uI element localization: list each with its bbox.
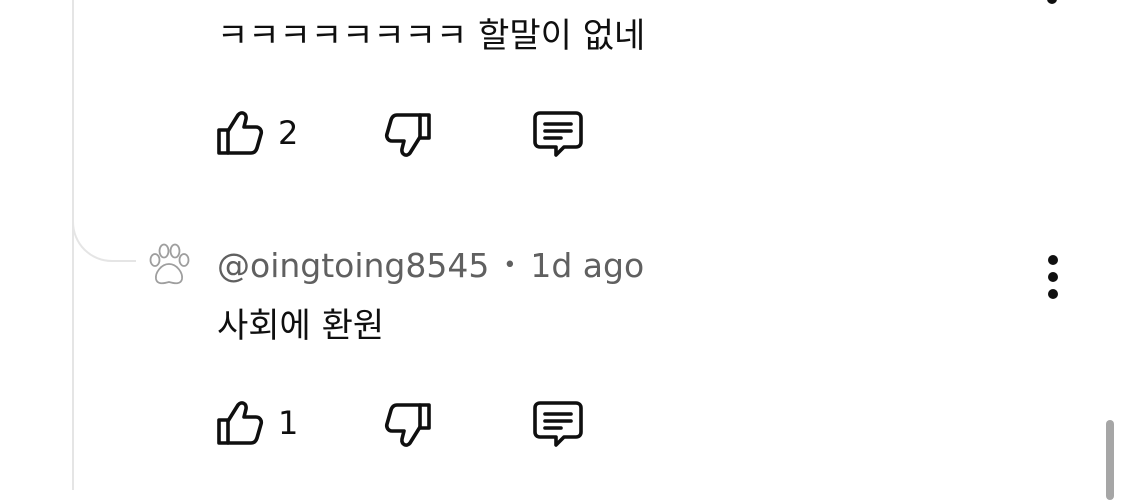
thread-connector [72,200,136,262]
like-count: 2 [278,114,299,152]
comment-text: ㅋㅋㅋㅋㅋㅋㅋㅋ 할말이 없네 [217,16,646,56]
comment-header: @oingtoing8545 • 1d ago [217,246,644,286]
thread-line [72,0,74,490]
paw-icon [149,243,190,285]
comment-icon [533,111,583,157]
reply-button[interactable] [532,110,584,158]
comment-text: 사회에 환원 [217,306,385,346]
thumbs-down-icon [384,113,431,157]
scrollbar-thumb[interactable] [1106,420,1114,500]
dislike-button[interactable] [384,402,432,448]
author-handle[interactable]: @oingtoing8545 [217,246,489,286]
reply-button[interactable] [532,400,584,448]
thumbs-up-icon [217,111,264,155]
more-options-button-partial[interactable] [1047,0,1057,4]
more-vertical-icon-dot [1048,255,1058,265]
dislike-button[interactable] [384,112,432,158]
comment-icon [533,401,583,447]
more-options-button[interactable] [1036,255,1070,299]
like-button[interactable]: 1 [216,400,298,446]
separator-dot: • [503,253,517,278]
more-vertical-icon-dot [1048,289,1058,299]
like-button[interactable]: 2 [216,110,298,156]
thumbs-down-icon [384,403,431,447]
more-vertical-icon-dot [1048,272,1058,282]
comment-timestamp[interactable]: 1d ago [530,246,644,286]
like-count: 1 [278,404,299,442]
thumbs-up-icon [217,401,264,445]
